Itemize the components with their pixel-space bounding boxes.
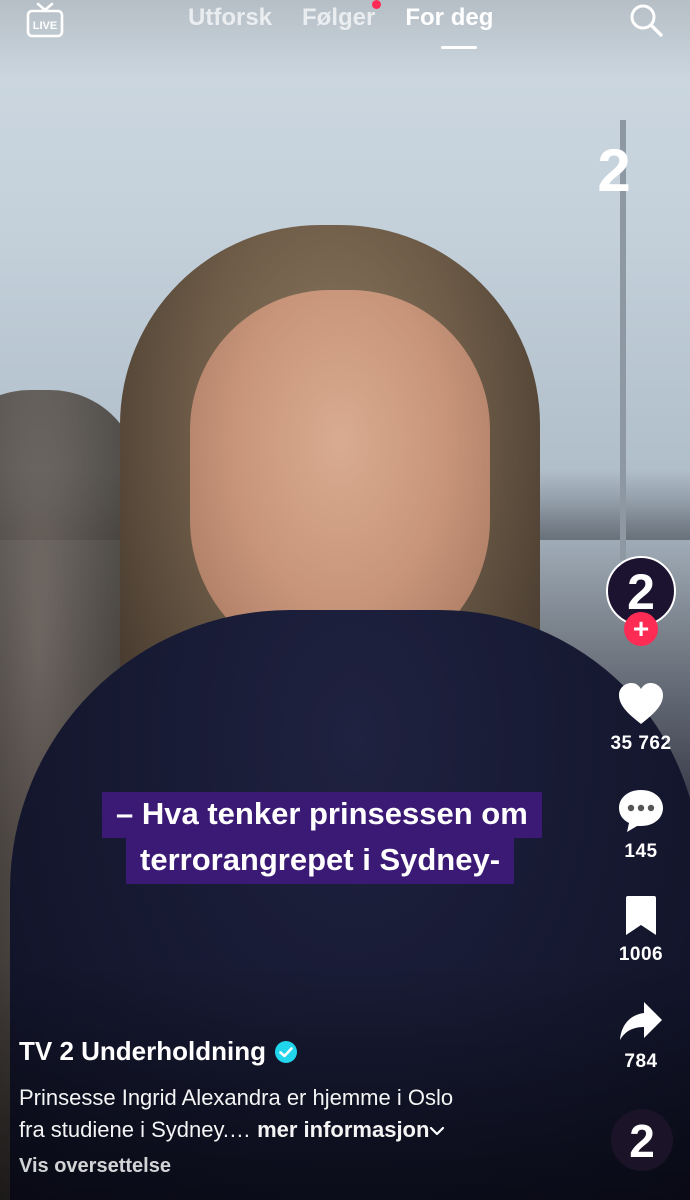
tab-utforsk[interactable]: Utforsk (188, 4, 272, 32)
like-count: 35 762 (610, 733, 672, 754)
translate-link[interactable]: Vis oversettelse (19, 1155, 171, 1178)
post-description: Prinsesse Ingrid Alexandra er hjemme i O… (19, 1082, 579, 1146)
description-line-1: Prinsesse Ingrid Alexandra er hjemme i O… (19, 1085, 454, 1110)
description-line-2-row: fra studiene i Sydney.… mer informasjon (19, 1114, 579, 1146)
chevron-down-icon (430, 1126, 445, 1136)
share-count: 784 (624, 1051, 658, 1072)
bookmark-button[interactable]: 1006 (601, 895, 681, 966)
share-button[interactable]: 784 (601, 1000, 681, 1073)
avatar-logo-text: 2 (627, 568, 655, 614)
live-label: LIVE (33, 20, 57, 32)
disc-logo-text: 2 (629, 1119, 655, 1161)
notification-dot (372, 0, 382, 9)
tab-for-deg[interactable]: For deg (405, 4, 493, 32)
comment-icon (619, 790, 663, 832)
tv2-watermark-logo: 2 (590, 137, 638, 204)
share-icon (620, 1002, 662, 1040)
video-player[interactable] (0, 0, 690, 1200)
sound-disc[interactable]: 2 (611, 1109, 673, 1171)
author-row[interactable]: TV 2 Underholdning (19, 1036, 298, 1067)
comment-button[interactable]: 145 (601, 788, 681, 863)
more-info-label: mer informasjon (257, 1117, 430, 1142)
feed-tabs: Utforsk Følger For deg (188, 0, 493, 32)
top-nav: LIVE Utforsk Følger For deg (0, 0, 690, 60)
like-button[interactable]: 35 762 (601, 682, 681, 755)
heart-icon (619, 683, 663, 724)
active-tab-indicator (441, 46, 477, 49)
description-line-2: fra studiene i Sydney.… (19, 1117, 251, 1142)
comment-count: 145 (624, 841, 658, 862)
watermark-text: 2 (597, 143, 630, 197)
bookmark-icon (626, 896, 656, 935)
caption-line-2: terrorangrepet i Sydney- (126, 838, 515, 884)
verified-icon (275, 1040, 297, 1063)
search-icon[interactable] (628, 2, 664, 38)
follow-button[interactable]: + (624, 612, 658, 646)
bookmark-count: 1006 (618, 944, 664, 965)
tab-folger[interactable]: Følger (302, 0, 382, 32)
author-name[interactable]: TV 2 Underholdning (19, 1036, 266, 1067)
tab-folger-label: Følger (302, 4, 376, 31)
caption-line-1: – Hva tenker prinsessen om (102, 792, 542, 838)
live-icon[interactable]: LIVE (26, 2, 64, 38)
more-info-link[interactable]: mer informasjon (257, 1117, 445, 1142)
